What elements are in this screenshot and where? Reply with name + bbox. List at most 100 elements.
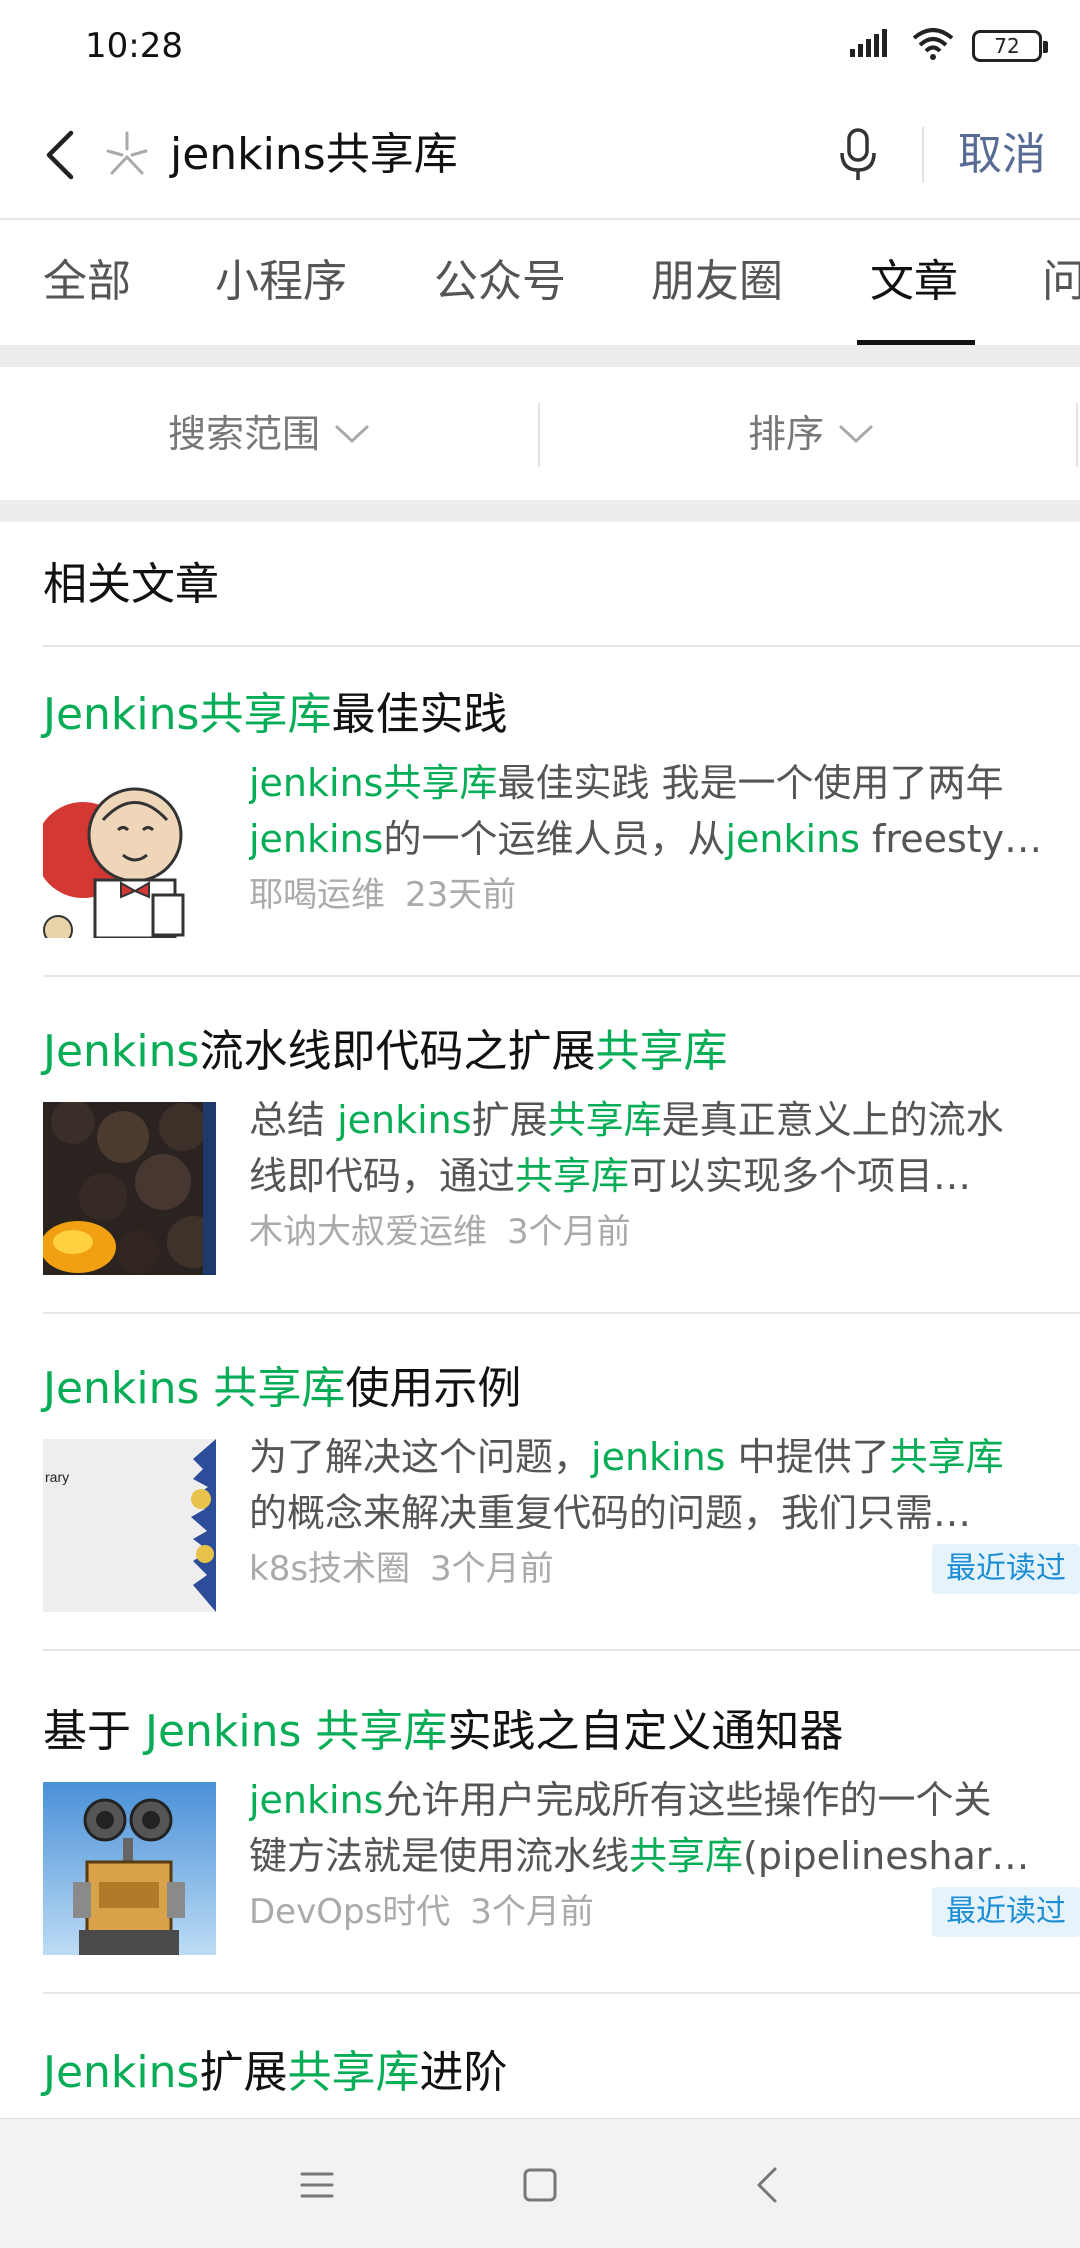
article-meta: DevOps时代 3个月前 (249, 1887, 594, 1937)
snippet-line: jenkins的一个运维人员，从jenkins freesty… (249, 811, 1079, 867)
snippet-highlight: 共享库 (547, 1098, 662, 1142)
article-snippet: 为了解决这个问题，jenkins 中提供了共享库 的概念来解决重复代码的问题，我… (249, 1429, 1079, 1541)
tab-all[interactable]: 全部 (43, 252, 131, 312)
article-snippet: 总结 jenkins扩展共享库是真正意义上的流水 线即代码，通过共享库可以实现多… (249, 1092, 1079, 1204)
divider (43, 975, 1080, 977)
title-text: 流水线即代码之扩展 (199, 1026, 596, 1077)
snippet-text: 最佳实践 我是一个使用了两年 (497, 761, 1004, 805)
microphone-icon (840, 128, 876, 180)
title-highlight: Jenkins 共享库 (43, 1363, 346, 1414)
article-title: Jenkins 共享库使用示例 (43, 1359, 521, 1419)
snippet-highlight: jenkins (249, 1778, 384, 1822)
title-text: 基于 (43, 1706, 145, 1757)
recently-read-badge: 最近读过 (932, 1544, 1080, 1594)
divider (43, 1649, 1080, 1651)
chevron-down-icon (335, 425, 369, 444)
filter-divider (538, 403, 540, 467)
snippet-text: 是真正意义上的流水 (661, 1098, 1004, 1142)
tab-official-accounts[interactable]: 公众号 (434, 252, 566, 312)
snippet-highlight: 共享库 (889, 1435, 1004, 1479)
snippet-highlight: 共享库 (629, 1834, 744, 1878)
snippet-line: 键方法就是使用流水线共享库(pipelineshar… (249, 1828, 1079, 1884)
snippet-text: 允许用户完成所有这些操作的一个关 (383, 1778, 992, 1822)
filter-divider (1076, 403, 1078, 467)
section-title: 相关文章 (43, 559, 219, 610)
snippet-line: 为了解决这个问题，jenkins 中提供了共享库 (249, 1429, 1079, 1485)
divider (43, 1312, 1080, 1314)
snippet-line: jenkins允许用户完成所有这些操作的一个关 (249, 1772, 1079, 1828)
article-title: Jenkins共享库最佳实践 (43, 685, 507, 745)
snippet-text: 键方法就是使用流水线 (249, 1834, 630, 1878)
chevron-down-icon (839, 425, 873, 444)
tab-mini-programs[interactable]: 小程序 (215, 252, 347, 312)
article-source: k8s技术圈 (249, 1549, 411, 1589)
article-thumbnail (43, 765, 216, 938)
tab-moments[interactable]: 朋友圈 (651, 252, 783, 312)
separator (0, 345, 1080, 367)
snippet-highlight: jenkins (337, 1098, 472, 1142)
snippet-line: jenkins共享库最佳实践 我是一个使用了两年 (249, 755, 1079, 811)
snippet-text: 可以实现多个项目… (629, 1154, 972, 1198)
article-thumbnail: rary (43, 1439, 216, 1612)
tab-more[interactable]: 问 (1042, 252, 1080, 312)
snippet-highlight: jenkins (725, 817, 860, 861)
article-time: 3个月前 (507, 1212, 631, 1252)
battery-icon: 72 (972, 30, 1048, 62)
title-highlight: Jenkins (43, 1026, 200, 1077)
article-time: 3个月前 (430, 1549, 554, 1589)
snippet-line: 的概念来解决重复代码的问题，我们只需… (249, 1485, 1079, 1541)
article-snippet: jenkins允许用户完成所有这些操作的一个关 键方法就是使用流水线共享库(pi… (249, 1772, 1079, 1884)
battery-level: 72 (994, 34, 1020, 58)
back-button[interactable] (30, 123, 90, 187)
title-text: 扩展 (199, 2047, 288, 2098)
article-time: 3个月前 (470, 1892, 594, 1932)
title-highlight: Jenkins 共享库 (145, 1706, 448, 1757)
article-title: Jenkins扩展共享库进阶 (43, 2043, 507, 2103)
back-icon (757, 2167, 777, 2203)
tab-bar: 全部 小程序 公众号 朋友圈 文章 问 (0, 220, 1080, 345)
sort-filter[interactable]: 排序 (748, 409, 874, 459)
title-text: 进阶 (419, 2047, 508, 2098)
article-meta: 耶喝运维 23天前 (249, 870, 516, 920)
snippet-highlight: jenkins (249, 817, 384, 861)
recently-read-badge: 最近读过 (932, 1887, 1080, 1937)
divider (43, 645, 1080, 647)
scope-filter-label: 搜索范围 (168, 412, 321, 456)
snippet-text: 线即代码，通过 (249, 1154, 516, 1198)
signal-icon (850, 29, 894, 63)
scope-filter[interactable]: 搜索范围 (168, 409, 370, 459)
status-icons: 72 (850, 28, 1048, 64)
snippet-highlight: 共享库 (515, 1154, 630, 1198)
article-meta: 木讷大叔爱运维 3个月前 (249, 1207, 631, 1257)
home-button[interactable] (510, 2155, 570, 2215)
snippet-line: 总结 jenkins扩展共享库是真正意义上的流水 (249, 1092, 1079, 1148)
title-text: 最佳实践 (331, 689, 508, 740)
status-time: 10:28 (85, 26, 183, 66)
home-icon (523, 2168, 557, 2202)
nav-back-button[interactable] (737, 2155, 797, 2215)
article-source: DevOps时代 (249, 1892, 451, 1932)
snippet-text: 的概念来解决重复代码的问题，我们只需… (249, 1491, 972, 1535)
status-bar: 10:28 72 (0, 0, 1080, 95)
menu-button[interactable] (287, 2155, 347, 2215)
system-navigation-bar (0, 2118, 1080, 2248)
header-divider (922, 127, 924, 183)
snippet-text: 总结 (249, 1098, 338, 1142)
sort-filter-label: 排序 (748, 412, 825, 456)
title-highlight: Jenkins (43, 2047, 200, 2098)
title-highlight: 共享库 (287, 2047, 420, 2098)
tab-articles[interactable]: 文章 (870, 252, 958, 312)
snippet-text: 中提供了 (725, 1435, 890, 1479)
voice-input-button[interactable] (830, 125, 886, 185)
cancel-button[interactable]: 取消 (958, 125, 1046, 185)
snippet-text: freesty… (859, 817, 1043, 861)
title-highlight: 共享库 (595, 1026, 728, 1077)
snippet-text: 为了解决这个问题， (249, 1435, 592, 1479)
snippet-text: 扩展 (471, 1098, 548, 1142)
article-title: 基于 Jenkins 共享库实践之自定义通知器 (43, 1702, 843, 1762)
article-meta: k8s技术圈 3个月前 (249, 1544, 554, 1594)
search-input[interactable]: jenkins共享库 (170, 125, 458, 185)
snippet-text: (pipelineshar… (743, 1834, 1030, 1878)
article-source: 木讷大叔爱运维 (249, 1212, 487, 1252)
separator (0, 500, 1080, 522)
